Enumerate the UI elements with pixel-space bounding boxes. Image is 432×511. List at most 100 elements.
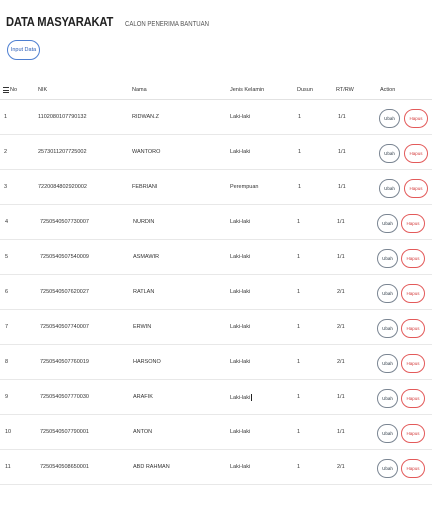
cell-jenis-kelamin: Laki-laki: [230, 114, 251, 120]
cell-no: 2: [4, 149, 8, 155]
column-header-nama: Nama: [132, 87, 147, 93]
cell-dusun: 1: [298, 149, 302, 155]
text-cursor: [250, 394, 252, 401]
cell-nik: 7250540507730007: [40, 219, 89, 225]
cell-nik: 1102080107790132: [38, 114, 87, 120]
cell-rtrw: 1/1: [337, 254, 345, 260]
table-row: 8 7250540507760019 HARSONO Laki-laki 1 2/1 Uba…: [0, 345, 432, 380]
column-header-no: No: [10, 87, 18, 93]
cell-dusun: 1: [297, 289, 301, 295]
edit-button[interactable]: Ubah: [377, 424, 398, 443]
cell-nama: ARAFIK: [133, 394, 153, 400]
cell-dusun: 1: [297, 394, 301, 400]
cell-dusun: 1: [297, 324, 301, 330]
table-header: No NIK Nama Jenis Kelamin Dusun RT/RW Ac…: [0, 80, 432, 100]
cell-nama: RIDWAN.Z: [132, 114, 159, 120]
cell-nik: 7250540507540009: [40, 254, 89, 260]
edit-button[interactable]: Ubah: [379, 144, 400, 163]
cell-jenis-kelamin: Laki-laki: [230, 464, 251, 470]
cell-rtrw: 1/1: [337, 219, 345, 225]
edit-button[interactable]: Ubah: [377, 389, 398, 408]
delete-button[interactable]: Hapus: [404, 144, 428, 163]
edit-button[interactable]: Ubah: [379, 109, 400, 128]
table-row: 10 7250540507790001 ANTON Laki-laki 1 1/1 Ubah…: [0, 415, 432, 450]
table-row: 7 7250540507740007 ERWIN Laki-laki 1 2/1 Ubah H…: [0, 310, 432, 345]
cell-nama: ABD RAHMAN: [133, 464, 170, 470]
page-subtitle: CALON PENERIMA BANTUAN: [125, 21, 210, 28]
cell-no: 10: [5, 429, 12, 435]
column-header-jenis-kelamin: Jenis Kelamin: [230, 87, 265, 93]
edit-button[interactable]: Ubah: [377, 459, 398, 478]
cell-rtrw: 1/1: [338, 114, 346, 120]
cell-no: 5: [5, 254, 9, 260]
cell-dusun: 1: [297, 464, 301, 470]
table-row: 6 7250540507620027 RATLAN Laki-laki 1 2/1 Ubah…: [0, 275, 432, 310]
delete-button[interactable]: Hapus: [401, 354, 425, 373]
cell-rtrw: 2/1: [337, 359, 345, 365]
delete-button[interactable]: Hapus: [401, 424, 425, 443]
cell-dusun: 1: [297, 359, 301, 365]
cell-nama: FEBRIANI: [132, 184, 158, 190]
menu-icon: [3, 87, 9, 93]
cell-jenis-kelamin: Laki-laki: [230, 149, 251, 155]
cell-nik: 7250540507760019: [40, 359, 89, 365]
cell-jenis-kelamin: Laki-laki: [230, 289, 251, 295]
cell-jenis-kelamin: Laki-laki: [230, 429, 251, 435]
delete-button[interactable]: Hapus: [404, 109, 428, 128]
page-title: DATA MASYARAKAT CALON PENERIMA BANTUAN: [6, 13, 223, 31]
delete-button[interactable]: Hapus: [401, 389, 425, 408]
cell-nik: 7250540507770030: [40, 394, 89, 400]
edit-button[interactable]: Ubah: [377, 354, 398, 373]
cell-rtrw: 1/1: [338, 149, 346, 155]
cell-nik: 7250540508650001: [40, 464, 89, 470]
edit-button[interactable]: Ubah: [377, 214, 398, 233]
table-row: 9 7250540507770030 ARAFIK Laki-laki 1 1/1 Ubah…: [0, 380, 432, 415]
cell-dusun: 1: [297, 429, 301, 435]
delete-button[interactable]: Hapus: [401, 284, 425, 303]
cell-dusun: 1: [297, 219, 301, 225]
cell-no: 3: [4, 184, 8, 190]
cell-nama: NURDIN: [133, 219, 155, 225]
cell-nama: ANTON: [133, 429, 153, 435]
edit-button[interactable]: Ubah: [379, 179, 400, 198]
cell-rtrw: 1/1: [338, 184, 346, 190]
table-row: 11 7250540508650001 ABD RAHMAN Laki-laki 1 2/…: [0, 450, 432, 485]
cell-nik: 7250540507620027: [40, 289, 89, 295]
cell-jenis-kelamin: Laki-laki: [230, 324, 251, 330]
cell-jenis-kelamin: Laki-laki: [230, 219, 251, 225]
cell-dusun: 1: [298, 114, 302, 120]
cell-jenis-kelamin: Laki-laki: [230, 359, 251, 365]
page-title-main: DATA MASYARAKAT: [6, 14, 114, 29]
cell-nik: 7220084802920002: [38, 184, 87, 190]
delete-button[interactable]: Hapus: [401, 249, 425, 268]
edit-button[interactable]: Ubah: [377, 249, 398, 268]
cell-nama: RATLAN: [133, 289, 155, 295]
input-data-button[interactable]: Input Data: [7, 40, 40, 60]
column-header-rtrw: RT/RW: [336, 87, 354, 93]
cell-nik: 7250540507790001: [40, 429, 89, 435]
cell-jenis-kelamin: Perempuan: [230, 184, 259, 190]
delete-button[interactable]: Hapus: [404, 179, 428, 198]
cell-dusun: 1: [298, 184, 302, 190]
cell-jenis-kelamin: Laki-laki: [230, 254, 251, 260]
cell-dusun: 1: [297, 254, 301, 260]
delete-button[interactable]: Hapus: [401, 214, 425, 233]
edit-button[interactable]: Ubah: [377, 319, 398, 338]
cell-nik: 7250540507740007: [40, 324, 89, 330]
cell-nama: ASMAWIR: [133, 254, 160, 260]
cell-rtrw: 2/1: [337, 464, 345, 470]
cell-jenis-kelamin: Laki-laki: [230, 394, 252, 401]
column-header-dusun: Dusun: [297, 87, 313, 93]
table-row: 5 7250540507540009 ASMAWIR Laki-laki 1 1/1 Uba…: [0, 240, 432, 275]
edit-button[interactable]: Ubah: [377, 284, 398, 303]
cell-no: 4: [5, 219, 9, 225]
table-row: 4 7250540507730007 NURDIN Laki-laki 1 1/1 Ubah…: [0, 205, 432, 240]
cell-no: 8: [5, 359, 9, 365]
table-row: 2 2573011207725002 WANTORO Laki-laki 1 1/1 Uba…: [0, 135, 432, 170]
cell-no: 6: [5, 289, 9, 295]
cell-no: 1: [4, 114, 8, 120]
delete-button[interactable]: Hapus: [401, 459, 425, 478]
column-header-action: Action: [380, 87, 396, 93]
cell-no: 7: [5, 324, 9, 330]
delete-button[interactable]: Hapus: [401, 319, 425, 338]
